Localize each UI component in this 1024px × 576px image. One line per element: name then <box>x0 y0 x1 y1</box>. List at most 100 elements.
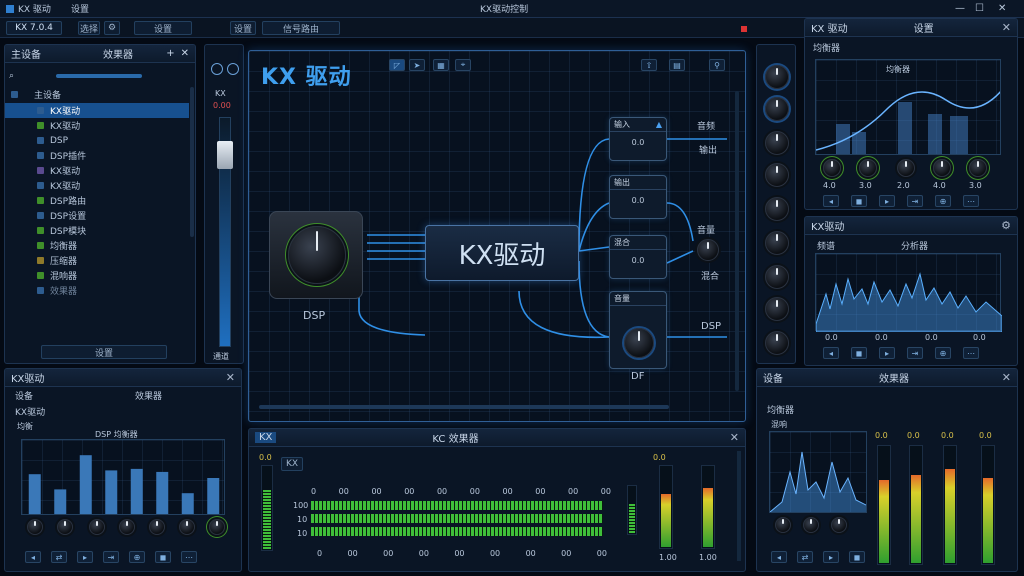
spectrum-btn-3[interactable]: ▸ <box>879 347 895 359</box>
left-eq-graph[interactable] <box>21 439 225 515</box>
reverb-btn-1[interactable]: ◂ <box>771 551 787 563</box>
add-icon[interactable]: + <box>166 48 174 59</box>
list-item[interactable]: 压缩器 <box>5 253 189 268</box>
maximize-button[interactable]: ☐ <box>975 3 984 14</box>
route-node-2[interactable]: 输出 0.0 <box>609 175 667 219</box>
list-item[interactable]: 主设备 <box>5 87 189 102</box>
eq-knob-3[interactable] <box>897 159 915 177</box>
eq-btn-1[interactable]: ◂ <box>823 195 839 207</box>
search-bar[interactable] <box>56 74 143 78</box>
close-button[interactable]: ✕ <box>998 3 1006 14</box>
spectrum-graph[interactable] <box>815 253 1002 332</box>
right-eq-tab[interactable]: 设置 <box>914 20 934 35</box>
menu-kx[interactable]: KX 驱动 <box>18 2 51 15</box>
left-eq-knob-3[interactable] <box>89 519 105 535</box>
list-item[interactable]: 均衡器 <box>5 238 189 253</box>
mixer-kx-button[interactable]: KX <box>281 457 303 471</box>
gear-icon[interactable]: ⚙ <box>104 21 120 35</box>
list-item[interactable]: 混响器 <box>5 268 189 283</box>
spectrum-btn-6[interactable]: ⋯ <box>963 347 979 359</box>
fader-handle[interactable] <box>217 141 233 169</box>
list-item[interactable]: DSP模块 <box>5 223 189 238</box>
route-button-1[interactable]: 设置 <box>230 21 256 35</box>
spectrum-btn-1[interactable]: ◂ <box>823 347 839 359</box>
list-item[interactable]: KX驱动 <box>5 163 189 178</box>
mixer-level-bar-1[interactable] <box>311 501 603 510</box>
gear-icon[interactable]: ⚙ <box>1001 219 1011 232</box>
route-node-1[interactable]: 输入 ▲ 0.0 <box>609 117 667 161</box>
column-knob-3[interactable] <box>765 131 789 155</box>
column-knob-9[interactable] <box>765 331 789 355</box>
router-h-scrollbar[interactable] <box>259 405 669 409</box>
left-eq-knob-1[interactable] <box>27 519 43 535</box>
node-4-knob[interactable] <box>624 328 654 358</box>
list-item[interactable]: DSP <box>5 133 189 148</box>
column-knob-7[interactable] <box>765 265 789 289</box>
dsp-module[interactable] <box>269 211 363 299</box>
eq-btn-3[interactable]: ▸ <box>879 195 895 207</box>
left-eq-tab-1[interactable]: 设备 <box>15 389 33 402</box>
eq-btn-2[interactable]: ◼ <box>851 195 867 207</box>
column-knob-5[interactable] <box>765 197 789 221</box>
eq-btn-4[interactable]: ⇥ <box>907 195 923 207</box>
mixer-scrollbar[interactable] <box>737 451 741 561</box>
eq-knob-5[interactable] <box>969 159 987 177</box>
left-eq-knob-2[interactable] <box>57 519 73 535</box>
select-button[interactable]: 选择 <box>78 21 100 35</box>
settings-button[interactable]: 设置 <box>134 21 192 35</box>
eq-knob-2[interactable] <box>859 159 877 177</box>
left-eq-knob-4[interactable] <box>119 519 135 535</box>
reverb-btn-3[interactable]: ▸ <box>823 551 839 563</box>
eq-knob-1[interactable] <box>823 159 841 177</box>
power-icon[interactable] <box>211 63 223 75</box>
menu-settings[interactable]: 设置 <box>71 2 89 15</box>
eq-graph[interactable]: 均衡器 <box>815 59 1001 155</box>
column-knob-6[interactable] <box>765 231 789 255</box>
eq-btn-5[interactable]: ⊕ <box>935 195 951 207</box>
reverb-knob-2[interactable] <box>803 517 819 533</box>
list-item[interactable]: DSP插件 <box>5 148 189 163</box>
spectrum-tab-1[interactable]: 频谱 <box>817 239 835 252</box>
mixer-tab[interactable]: KX <box>255 432 277 443</box>
close-icon[interactable]: ✕ <box>730 431 739 444</box>
reverb-graph[interactable] <box>769 431 867 513</box>
spectrum-btn-4[interactable]: ⇥ <box>907 347 923 359</box>
device-footer-button[interactable]: 设置 <box>41 345 167 359</box>
list-item[interactable]: DSP路由 <box>5 193 189 208</box>
close-icon[interactable]: ✕ <box>181 48 189 59</box>
close-icon[interactable]: ✕ <box>1002 371 1011 384</box>
left-eq-tab-2[interactable]: 效果器 <box>135 389 162 402</box>
close-icon[interactable]: ✕ <box>226 371 235 384</box>
list-item[interactable]: KX驱动 <box>5 178 189 193</box>
version-button[interactable]: KX 7.0.4 <box>6 21 62 35</box>
router-v-scrollbar[interactable] <box>735 91 739 391</box>
list-item[interactable]: DSP设置 <box>5 208 189 223</box>
list-item-selected[interactable]: KX驱动 <box>5 103 189 118</box>
column-knob-2[interactable] <box>765 97 789 121</box>
list-item[interactable]: KX驱动 <box>5 118 189 133</box>
eq-btn-6[interactable]: ⋯ <box>963 195 979 207</box>
left-eq-knob-6[interactable] <box>179 519 195 535</box>
reverb-tab-2[interactable]: 效果器 <box>879 370 909 385</box>
kx-driver-node[interactable]: KX驱动 <box>425 225 579 281</box>
column-knob-8[interactable] <box>765 297 789 321</box>
list-item[interactable]: 效果器 <box>5 283 189 298</box>
left-eq-btn-5[interactable]: ⊕ <box>129 551 145 563</box>
route-node-4[interactable]: 音量 <box>609 291 667 369</box>
route-node-3[interactable]: 混合 0.0 <box>609 235 667 279</box>
mixer-level-bar-2[interactable] <box>311 514 603 523</box>
output-knob[interactable] <box>697 239 719 261</box>
reverb-btn-2[interactable]: ⇄ <box>797 551 813 563</box>
reverb-knob-3[interactable] <box>831 517 847 533</box>
column-knob-1[interactable] <box>765 65 789 89</box>
link-icon[interactable] <box>227 63 239 75</box>
reverb-btn-4[interactable]: ◼ <box>849 551 865 563</box>
left-eq-knob-5[interactable] <box>149 519 165 535</box>
left-eq-knob-7[interactable] <box>209 519 225 535</box>
close-icon[interactable]: ✕ <box>1002 21 1011 34</box>
spectrum-btn-5[interactable]: ⊕ <box>935 347 951 359</box>
column-knob-4[interactable] <box>765 163 789 187</box>
spectrum-tab-2[interactable]: 分析器 <box>901 239 928 252</box>
eq-knob-4[interactable] <box>933 159 951 177</box>
list-scrollbar[interactable] <box>190 87 194 237</box>
